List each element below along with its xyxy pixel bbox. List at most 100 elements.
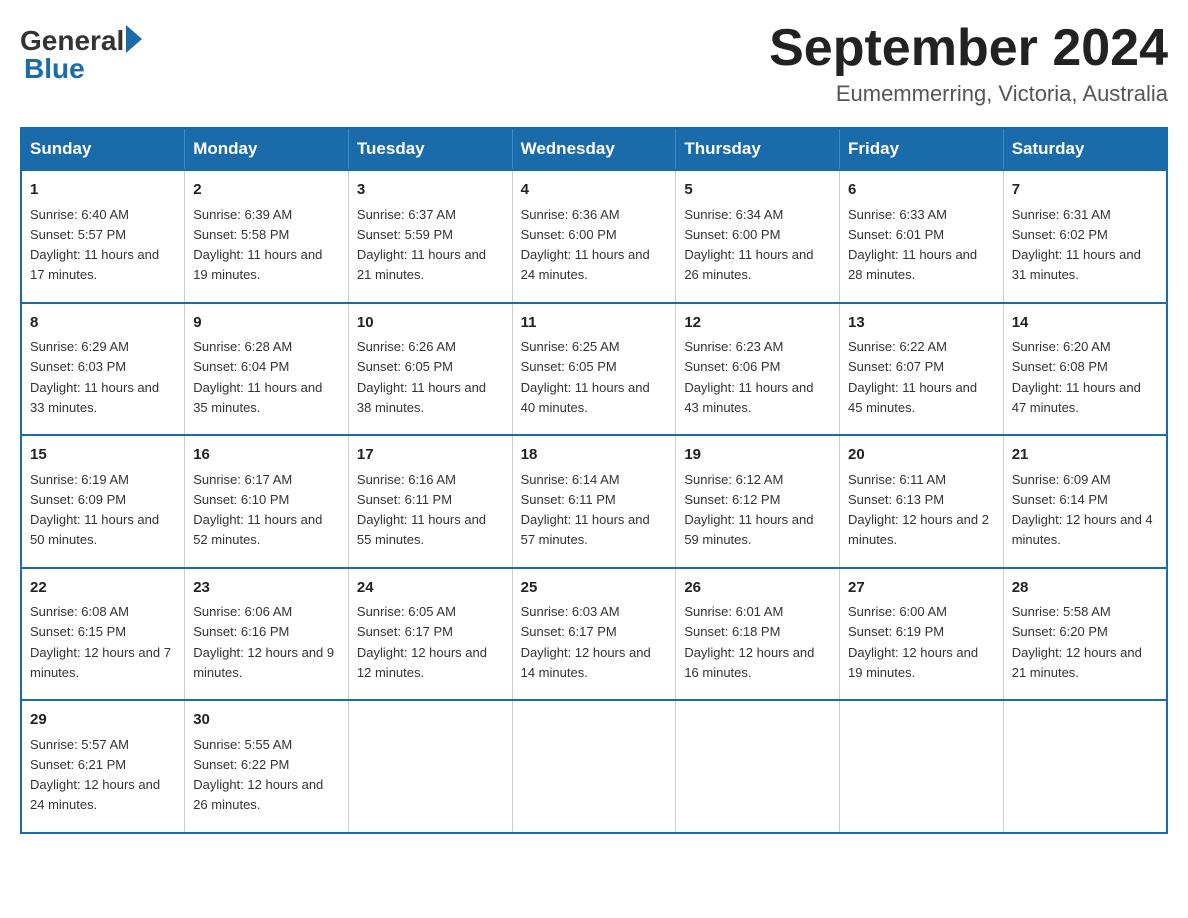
calendar-table: SundayMondayTuesdayWednesdayThursdayFrid… xyxy=(20,127,1168,834)
day-number: 23 xyxy=(193,577,340,600)
day-info: Sunrise: 6:20 AMSunset: 6:08 PMDaylight:… xyxy=(1012,339,1141,415)
day-info: Sunrise: 6:14 AMSunset: 6:11 PMDaylight:… xyxy=(521,472,650,548)
calendar-day-cell: 23 Sunrise: 6:06 AMSunset: 6:16 PMDayligh… xyxy=(185,568,349,701)
day-number: 21 xyxy=(1012,444,1158,467)
calendar-day-cell: 24 Sunrise: 6:05 AMSunset: 6:17 PMDayligh… xyxy=(348,568,512,701)
day-info: Sunrise: 6:12 AMSunset: 6:12 PMDaylight:… xyxy=(684,472,813,548)
logo-arrow-icon xyxy=(126,25,142,53)
calendar-week-row: 15Sunrise: 6:19 AMSunset: 6:09 PMDayligh… xyxy=(21,435,1167,568)
day-number: 26 xyxy=(684,577,831,600)
day-number: 13 xyxy=(848,312,995,335)
calendar-day-header: Thursday xyxy=(676,128,840,170)
day-number: 17 xyxy=(357,444,504,467)
calendar-day-cell: 10Sunrise: 6:26 AMSunset: 6:05 PMDayligh… xyxy=(348,303,512,436)
calendar-week-row: 22Sunrise: 6:08 AMSunset: 6:15 PMDayligh… xyxy=(21,568,1167,701)
day-number: 8 xyxy=(30,312,176,335)
calendar-week-row: 29 Sunrise: 5:57 AMSunset: 6:21 PMDayligh… xyxy=(21,700,1167,833)
day-info: Sunrise: 6:09 AMSunset: 6:14 PMDaylight:… xyxy=(1012,472,1153,548)
calendar-day-cell: 15Sunrise: 6:19 AMSunset: 6:09 PMDayligh… xyxy=(21,435,185,568)
day-info: Sunrise: 6:19 AMSunset: 6:09 PMDaylight:… xyxy=(30,472,159,548)
day-number: 1 xyxy=(30,179,176,202)
location-text: Eumemmerring, Victoria, Australia xyxy=(769,81,1168,107)
day-info: Sunrise: 6:17 AMSunset: 6:10 PMDaylight:… xyxy=(193,472,322,548)
day-number: 3 xyxy=(357,179,504,202)
day-number: 24 xyxy=(357,577,504,600)
day-number: 20 xyxy=(848,444,995,467)
calendar-day-cell: 2Sunrise: 6:39 AMSunset: 5:58 PMDaylight… xyxy=(185,170,349,303)
calendar-day-cell: 14 Sunrise: 6:20 AMSunset: 6:08 PMDayligh… xyxy=(1003,303,1167,436)
day-info: Sunrise: 5:55 AMSunset: 6:22 PMDaylight:… xyxy=(193,737,323,813)
month-title: September 2024 xyxy=(769,20,1168,77)
day-info: Sunrise: 6:22 AMSunset: 6:07 PMDaylight:… xyxy=(848,339,977,415)
calendar-day-cell: 18 Sunrise: 6:14 AMSunset: 6:11 PMDayligh… xyxy=(512,435,676,568)
logo-blue-text: Blue xyxy=(20,53,85,85)
calendar-day-cell: 16 Sunrise: 6:17 AMSunset: 6:10 PMDayligh… xyxy=(185,435,349,568)
calendar-header: SundayMondayTuesdayWednesdayThursdayFrid… xyxy=(21,128,1167,170)
day-info: Sunrise: 6:06 AMSunset: 6:16 PMDaylight:… xyxy=(193,604,334,680)
day-number: 27 xyxy=(848,577,995,600)
day-info: Sunrise: 6:11 AMSunset: 6:13 PMDaylight:… xyxy=(848,472,989,548)
day-info: Sunrise: 6:16 AMSunset: 6:11 PMDaylight:… xyxy=(357,472,486,548)
day-info: Sunrise: 6:25 AMSunset: 6:05 PMDaylight:… xyxy=(521,339,650,415)
calendar-day-cell: 6 Sunrise: 6:33 AMSunset: 6:01 PMDaylight… xyxy=(840,170,1004,303)
page-header: General Blue September 2024 Eumemmerring… xyxy=(20,20,1168,107)
calendar-day-cell: 8 Sunrise: 6:29 AMSunset: 6:03 PMDaylight… xyxy=(21,303,185,436)
day-info: Sunrise: 6:01 AMSunset: 6:18 PMDaylight:… xyxy=(684,604,814,680)
calendar-day-cell: 7Sunrise: 6:31 AMSunset: 6:02 PMDaylight… xyxy=(1003,170,1167,303)
day-info: Sunrise: 6:00 AMSunset: 6:19 PMDaylight:… xyxy=(848,604,978,680)
calendar-day-cell: 5 Sunrise: 6:34 AMSunset: 6:00 PMDaylight… xyxy=(676,170,840,303)
calendar-day-cell: 26 Sunrise: 6:01 AMSunset: 6:18 PMDayligh… xyxy=(676,568,840,701)
day-info: Sunrise: 6:34 AMSunset: 6:00 PMDaylight:… xyxy=(684,207,813,283)
calendar-day-cell: 29 Sunrise: 5:57 AMSunset: 6:21 PMDayligh… xyxy=(21,700,185,833)
logo: General Blue xyxy=(20,20,142,85)
calendar-day-cell: 22Sunrise: 6:08 AMSunset: 6:15 PMDayligh… xyxy=(21,568,185,701)
calendar-day-cell: 4 Sunrise: 6:36 AMSunset: 6:00 PMDaylight… xyxy=(512,170,676,303)
day-info: Sunrise: 6:03 AMSunset: 6:17 PMDaylight:… xyxy=(521,604,651,680)
day-number: 14 xyxy=(1012,312,1158,335)
day-number: 10 xyxy=(357,312,504,335)
day-info: Sunrise: 6:40 AMSunset: 5:57 PMDaylight:… xyxy=(30,207,159,283)
day-number: 18 xyxy=(521,444,668,467)
calendar-week-row: 1 Sunrise: 6:40 AMSunset: 5:57 PMDaylight… xyxy=(21,170,1167,303)
calendar-day-cell xyxy=(512,700,676,833)
day-info: Sunrise: 6:33 AMSunset: 6:01 PMDaylight:… xyxy=(848,207,977,283)
day-number: 22 xyxy=(30,577,176,600)
calendar-day-cell: 11Sunrise: 6:25 AMSunset: 6:05 PMDayligh… xyxy=(512,303,676,436)
day-number: 25 xyxy=(521,577,668,600)
calendar-day-cell xyxy=(840,700,1004,833)
day-info: Sunrise: 6:23 AMSunset: 6:06 PMDaylight:… xyxy=(684,339,813,415)
calendar-day-cell: 3 Sunrise: 6:37 AMSunset: 5:59 PMDaylight… xyxy=(348,170,512,303)
day-number: 4 xyxy=(521,179,668,202)
calendar-day-cell: 9Sunrise: 6:28 AMSunset: 6:04 PMDaylight… xyxy=(185,303,349,436)
calendar-day-cell xyxy=(676,700,840,833)
day-number: 12 xyxy=(684,312,831,335)
calendar-day-cell: 28Sunrise: 5:58 AMSunset: 6:20 PMDayligh… xyxy=(1003,568,1167,701)
calendar-body: 1 Sunrise: 6:40 AMSunset: 5:57 PMDaylight… xyxy=(21,170,1167,833)
calendar-week-row: 8 Sunrise: 6:29 AMSunset: 6:03 PMDaylight… xyxy=(21,303,1167,436)
day-info: Sunrise: 6:37 AMSunset: 5:59 PMDaylight:… xyxy=(357,207,486,283)
calendar-day-header: Sunday xyxy=(21,128,185,170)
day-info: Sunrise: 6:29 AMSunset: 6:03 PMDaylight:… xyxy=(30,339,159,415)
calendar-day-cell: 30Sunrise: 5:55 AMSunset: 6:22 PMDayligh… xyxy=(185,700,349,833)
day-number: 5 xyxy=(684,179,831,202)
day-number: 6 xyxy=(848,179,995,202)
day-number: 29 xyxy=(30,709,176,732)
calendar-day-header: Friday xyxy=(840,128,1004,170)
calendar-day-cell: 19Sunrise: 6:12 AMSunset: 6:12 PMDayligh… xyxy=(676,435,840,568)
day-info: Sunrise: 5:58 AMSunset: 6:20 PMDaylight:… xyxy=(1012,604,1142,680)
calendar-day-cell: 27 Sunrise: 6:00 AMSunset: 6:19 PMDayligh… xyxy=(840,568,1004,701)
day-number: 16 xyxy=(193,444,340,467)
day-info: Sunrise: 6:05 AMSunset: 6:17 PMDaylight:… xyxy=(357,604,487,680)
calendar-day-header: Wednesday xyxy=(512,128,676,170)
day-info: Sunrise: 6:36 AMSunset: 6:00 PMDaylight:… xyxy=(521,207,650,283)
calendar-day-cell: 12 Sunrise: 6:23 AMSunset: 6:06 PMDayligh… xyxy=(676,303,840,436)
calendar-header-row: SundayMondayTuesdayWednesdayThursdayFrid… xyxy=(21,128,1167,170)
day-number: 2 xyxy=(193,179,340,202)
calendar-day-cell: 17 Sunrise: 6:16 AMSunset: 6:11 PMDayligh… xyxy=(348,435,512,568)
day-info: Sunrise: 5:57 AMSunset: 6:21 PMDaylight:… xyxy=(30,737,160,813)
day-info: Sunrise: 6:31 AMSunset: 6:02 PMDaylight:… xyxy=(1012,207,1141,283)
day-number: 9 xyxy=(193,312,340,335)
calendar-day-header: Monday xyxy=(185,128,349,170)
calendar-day-header: Saturday xyxy=(1003,128,1167,170)
calendar-day-cell: 13 Sunrise: 6:22 AMSunset: 6:07 PMDayligh… xyxy=(840,303,1004,436)
